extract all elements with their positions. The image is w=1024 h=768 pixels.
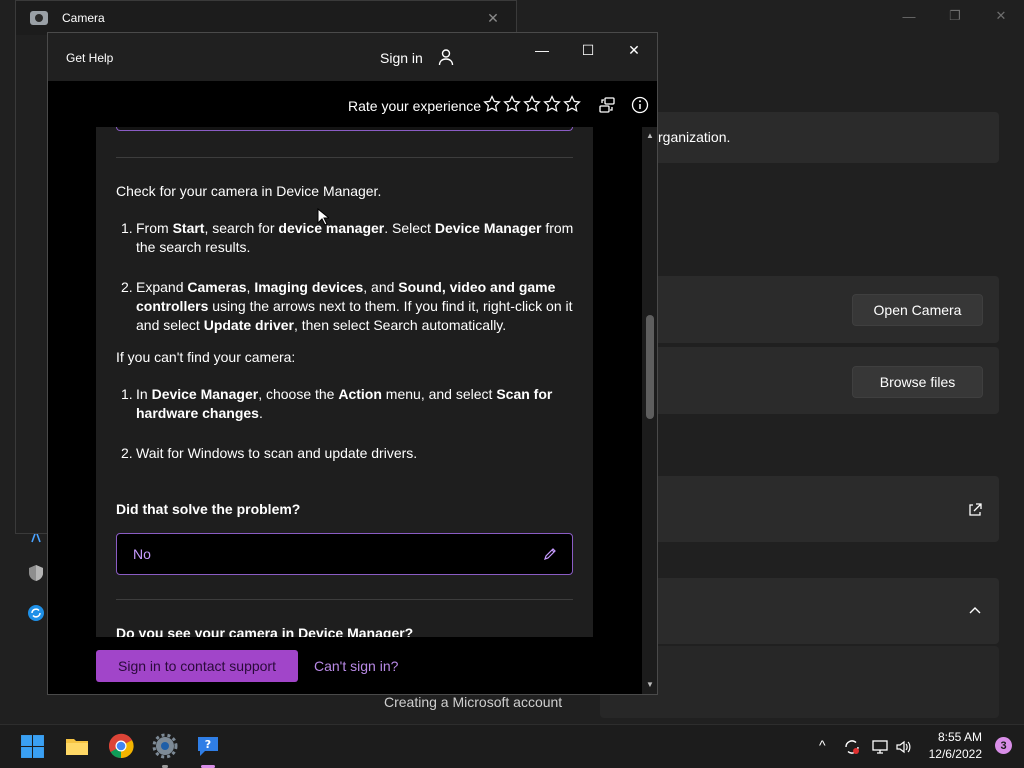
rate-label: Rate your experience [348,98,482,114]
notification-badge[interactable]: 3 [995,737,1012,754]
camera-close-button[interactable]: ✕ [470,10,516,27]
settings-minimize-button[interactable]: — [886,0,932,32]
org-text: rganization. [658,129,731,145]
text: Wait for Windows to scan and update driv… [136,445,418,461]
text: Expand [136,279,188,295]
help-sign-in-link[interactable]: Sign in [380,50,423,66]
settings-caption: — ❐ ✕ [886,0,1024,32]
settings-close-button[interactable]: ✕ [978,0,1024,32]
rate-bar: Rate your experience [48,81,657,127]
external-link-icon[interactable] [967,502,983,518]
cant-find-text: If you can't find your camera: [116,349,296,365]
pencil-icon[interactable] [542,546,558,562]
share-screen-icon[interactable] [598,96,616,114]
text: . Select [384,220,435,236]
star-icon[interactable] [503,95,521,113]
svg-text:?: ? [205,738,211,751]
text: , and [363,279,399,295]
settings-maximize-button[interactable]: ❐ [932,0,978,32]
list-number: 2. [121,279,133,295]
divider [116,599,573,600]
list-item: 1. From Start, search for device manager… [116,219,576,257]
bold-text: Device Manager [151,386,259,402]
contact-support-button[interactable]: Sign in to contact support [96,650,298,682]
taskbar: ? ^ 8:55 AM 12/6/2022 3 [0,724,1024,768]
get-help-window: Get Help Sign in — ☐ ✕ Rate your experie… [47,32,658,695]
star-icon[interactable] [543,95,561,113]
start-icon[interactable] [20,734,45,759]
scroll-up-arrow[interactable]: ▲ [645,131,655,141]
help-close-button[interactable]: ✕ [611,33,657,67]
help-footer: Sign in to contact support Can't sign in… [48,637,642,694]
camera-title: Camera [62,11,105,25]
clock-time: 8:55 AM [937,730,982,744]
help-titlebar: Get Help Sign in — ☐ ✕ [48,33,657,81]
tray-chevron-icon[interactable]: ^ [819,737,837,755]
chevron-up-icon[interactable] [968,605,982,615]
question-device-manager: Do you see your camera in Device Manager… [116,625,414,637]
list-number: 1. [121,220,133,236]
microsoft-account-link[interactable]: Creating a Microsoft account [384,694,562,710]
expand-card[interactable] [600,578,999,644]
question-solved: Did that solve the problem? [116,501,301,517]
camera-titlebar: Camera ✕ [16,1,516,35]
list-item: 2. Wait for Windows to scan and update d… [116,444,576,463]
taskbar-clock[interactable]: 8:55 AM 12/6/2022 [929,729,982,763]
person-icon[interactable] [436,47,456,67]
bold-text: Cameras [187,279,247,295]
content-scrollbar[interactable]: ▲ ▼ [642,127,657,694]
info-icon[interactable] [631,96,649,114]
text: In [136,386,152,402]
bold-text: Update driver [203,317,294,333]
list-number: 2. [121,445,133,461]
text: From [136,220,173,236]
browse-files-button[interactable]: Browse files [852,366,983,398]
help-app-title: Get Help [66,51,114,65]
bold-text: device manager [278,220,385,236]
bold-text: Action [338,386,382,402]
list-number: 1. [121,386,133,402]
cant-sign-in-link[interactable]: Can't sign in? [314,658,398,674]
file-explorer-icon[interactable] [64,733,90,759]
open-camera-button[interactable]: Open Camera [852,294,983,326]
bold-text: Start [172,220,205,236]
help-maximize-button[interactable]: ☐ [565,33,611,67]
mouse-cursor-icon [317,208,329,226]
bold-text: Device Manager [434,220,542,236]
text: , search for [204,220,279,236]
help-minimize-button[interactable]: — [519,33,565,67]
answer-box[interactable]: No [116,533,573,575]
get-help-icon[interactable]: ? [195,733,221,759]
display-icon[interactable] [871,738,889,756]
scroll-thumb[interactable] [646,315,654,419]
bold-text: Imaging devices [254,279,364,295]
text: , choose the [258,386,339,402]
star-icon[interactable] [563,95,581,113]
clock-date: 12/6/2022 [928,747,982,761]
previous-answer-box[interactable] [116,127,573,131]
star-icon[interactable] [483,95,501,113]
text: . [258,405,263,421]
text: , then select Search automatically. [293,317,507,333]
help-caption-buttons: — ☐ ✕ [519,33,657,67]
answer-text: No [133,546,151,562]
text: menu, and select [381,386,497,402]
divider [116,157,573,158]
scroll-down-arrow[interactable]: ▼ [645,680,655,690]
sync-icon[interactable] [843,738,861,756]
expanded-panel [600,646,999,718]
shield-icon[interactable] [27,564,45,582]
star-icon[interactable] [523,95,541,113]
list-item: 2. Expand Cameras, Imaging devices, and … [116,278,576,335]
rating-stars [483,95,581,113]
chrome-icon[interactable] [108,733,134,759]
help-content: Check for your camera in Device Manager.… [96,127,593,637]
camera-app-icon [30,11,48,25]
settings-gear-icon[interactable] [152,733,178,759]
volume-icon[interactable] [895,738,913,756]
windows-update-icon[interactable] [27,604,45,622]
intro-text: Check for your camera in Device Manager. [116,183,382,199]
external-link-card[interactable] [600,476,999,542]
list-item: 1. In Device Manager, choose the Action … [116,385,576,423]
